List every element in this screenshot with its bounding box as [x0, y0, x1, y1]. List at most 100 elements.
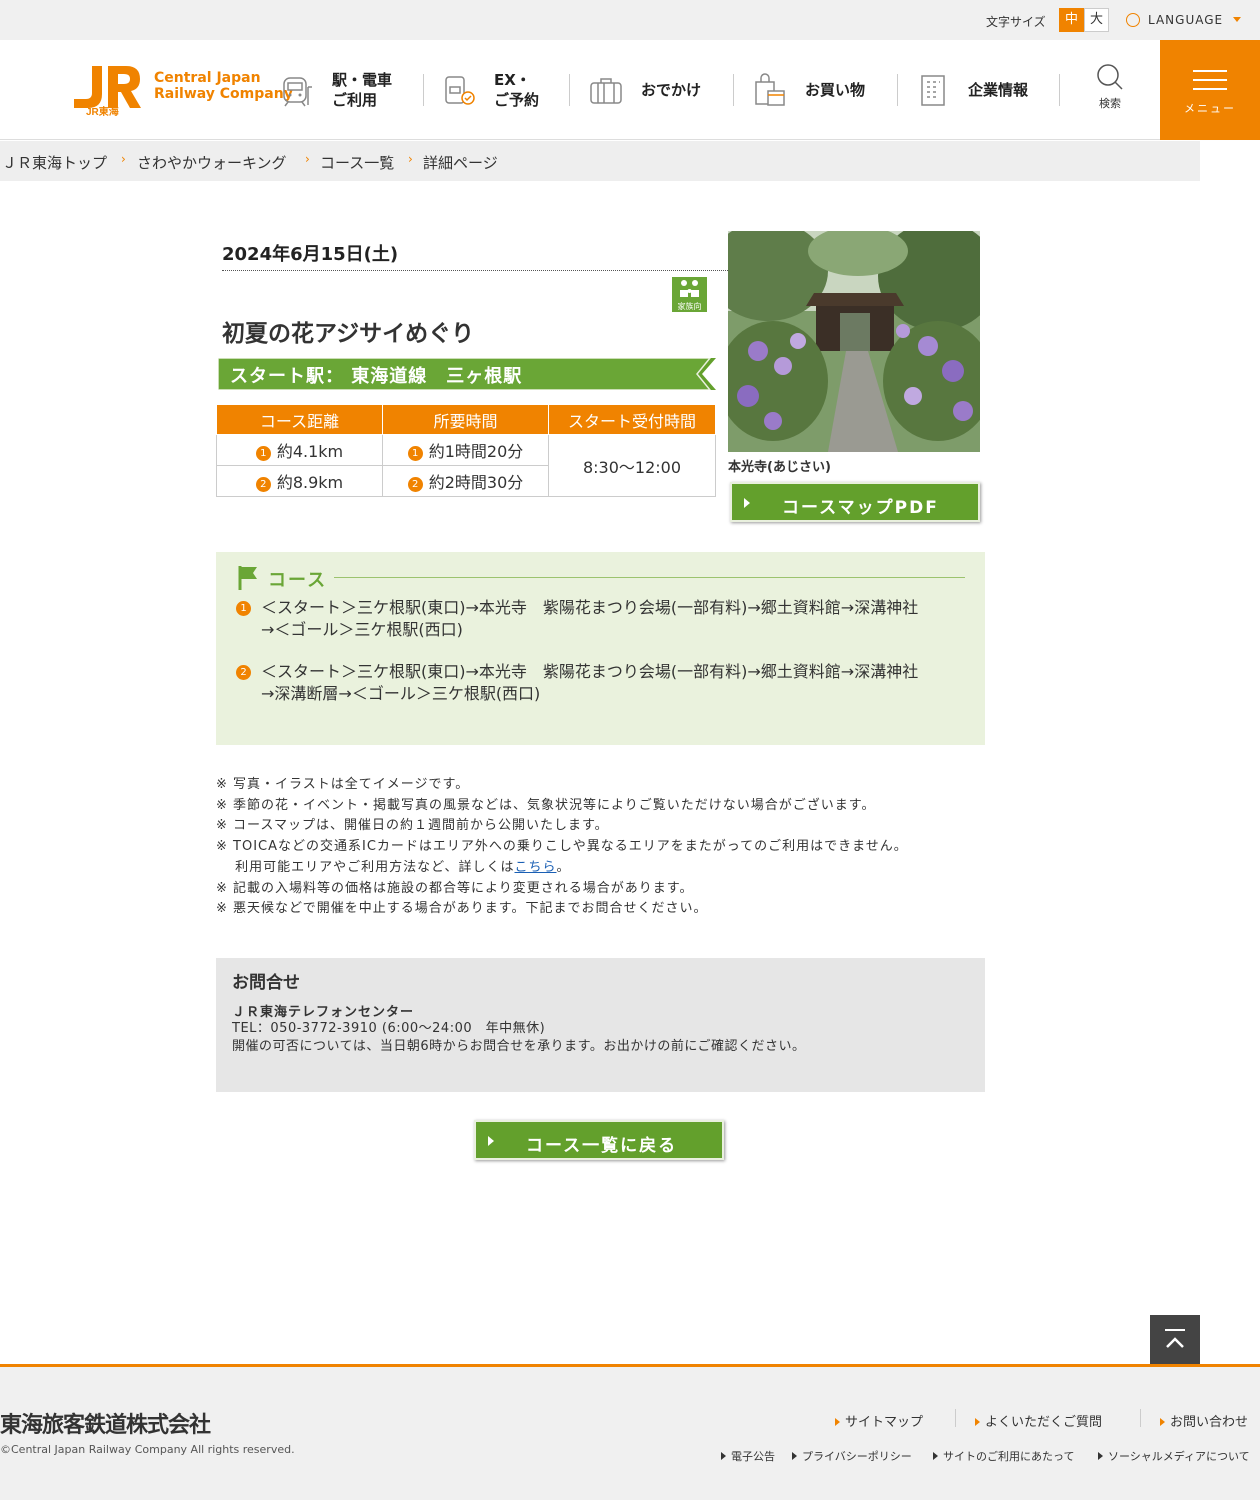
font-size-label: 文字サイズ	[986, 15, 1046, 29]
footer-copyright: ©Central Japan Railway Company All right…	[0, 1443, 295, 1456]
top-utility-bar: 文字サイズ 中 大 LANGUAGE	[0, 0, 1260, 40]
table-header-reception: スタート受付時間	[548, 404, 716, 435]
nav-ex-reservation[interactable]: EX・ご予約	[442, 40, 539, 140]
footer-link-public-notice[interactable]: 電子公告	[721, 1448, 775, 1464]
contact-heading: お問合せ	[232, 973, 300, 993]
nav-ex-line1: EX・	[494, 71, 531, 89]
footer-link-contact[interactable]: お問い合わせ	[1160, 1411, 1248, 1430]
breadcrumb-item-course-list[interactable]: コース一覧	[320, 152, 394, 173]
table-header-duration: 所要時間	[382, 404, 549, 435]
language-selector[interactable]: LANGUAGE	[1126, 13, 1242, 27]
nav-corporate[interactable]: 企業情報	[916, 40, 1028, 140]
event-photo	[728, 231, 980, 452]
number-badge: 2	[407, 477, 423, 492]
arrow-right-icon	[1098, 1452, 1103, 1460]
play-arrow-icon	[488, 1136, 494, 1146]
footer-company-name: 東海旅客鉄道株式会社	[0, 1413, 211, 1438]
train-icon	[283, 77, 312, 107]
notes: ※ 写真・イラストは全てイメージです。 ※ 季節の花・イベント・掲載写真の風景な…	[216, 775, 908, 920]
nav-divider	[1059, 74, 1060, 106]
site-header: JR東海 Central Japan Railway Company 駅・電車ご…	[0, 40, 1260, 140]
details-link[interactable]: こちら	[514, 860, 556, 875]
arrow-up-icon	[1165, 1329, 1185, 1348]
globe-icon	[1126, 13, 1140, 27]
family-badge: 家族向	[672, 277, 707, 312]
flag-icon	[238, 566, 257, 590]
number-badge: 2	[236, 665, 251, 680]
contact-tel: TEL：050-3772-3910 (6:00～24:00 年中無休)	[232, 1021, 546, 1036]
footer-link-faq[interactable]: よくいただくご質問	[975, 1411, 1102, 1430]
nav-station-line1: 駅・電車	[332, 71, 393, 89]
footer-link-terms[interactable]: サイトのご利用にあたって	[933, 1448, 1074, 1464]
breadcrumb-item-walking[interactable]: さわやかウォーキング	[137, 152, 287, 173]
footer-link-privacy[interactable]: プライバシーポリシー	[792, 1448, 912, 1464]
nav-shopping-label: お買い物	[805, 81, 866, 99]
pdf-button-label: コースマップPDF	[782, 498, 939, 518]
reception-time-cell: 8:30～12:00	[548, 434, 716, 497]
start-station-text: スタート駅： 東海道線 三ヶ根駅	[230, 366, 523, 387]
arrow-right-icon	[933, 1452, 938, 1460]
search-icon	[1097, 64, 1123, 90]
route-line: ＜スタート＞三ケ根駅(東口)→本光寺 紫陽花まつり会場(一部有料)→郷土資料館→…	[261, 598, 919, 617]
caret-down-icon	[1233, 17, 1242, 22]
breadcrumb-item-current: 詳細ページ	[423, 154, 498, 172]
shopping-bag-icon	[755, 73, 785, 106]
menu-button[interactable]: メニュー	[1160, 40, 1260, 140]
distance-cell: 2 約8.9km	[216, 465, 383, 497]
number-badge: 1	[407, 446, 423, 461]
back-to-top-button[interactable]	[1150, 1315, 1200, 1365]
nav-station-train[interactable]: 駅・電車 ご利用	[280, 40, 392, 140]
building-icon	[921, 75, 945, 106]
hamburger-icon	[1193, 70, 1227, 72]
chevron-right-icon: ›	[408, 152, 413, 166]
font-size-large-button[interactable]: 大	[1084, 8, 1109, 32]
breadcrumb-item-top[interactable]: ＪＲ東海トップ	[2, 152, 107, 173]
footer-link-sitemap[interactable]: サイトマップ	[835, 1411, 923, 1430]
footer-link-social-media[interactable]: ソーシャルメディアについて	[1098, 1448, 1250, 1464]
nav-divider	[733, 74, 734, 106]
logo-sub-text: JR東海	[86, 105, 119, 116]
note-line: ※ 季節の花・イベント・掲載写真の風景などは、気象状況等によりご覧いただけない場…	[216, 797, 876, 813]
logo-text-line1: Central Japan	[154, 70, 261, 86]
site-footer: 東海旅客鉄道株式会社 ©Central Japan Railway Compan…	[0, 1364, 1260, 1500]
course-title-line	[334, 577, 965, 578]
nav-divider	[423, 74, 424, 106]
family-badge-label: 家族向	[677, 302, 702, 311]
table-row: 1 約4.1km 1 約1時間20分 8:30～12:00	[216, 434, 716, 497]
chevron-right-icon: ›	[305, 152, 310, 166]
route-line: ＜スタート＞三ケ根駅(東口)→本光寺 紫陽花まつり会場(一部有料)→郷土資料館→…	[261, 662, 919, 681]
back-to-course-list-button[interactable]: コース一覧に戻る	[474, 1120, 724, 1160]
back-button-label: コース一覧に戻る	[526, 1136, 678, 1156]
note-line: 利用可能エリアやご利用方法など、詳しくはこちら。	[216, 859, 571, 875]
jr-logo[interactable]: JR東海	[72, 64, 142, 118]
arrow-right-icon	[721, 1452, 726, 1460]
photo-caption: 本光寺(あじさい)	[728, 460, 831, 475]
distance-cell: 1 約4.1km	[216, 434, 383, 466]
course-map-pdf-button[interactable]: コースマップPDF	[730, 482, 980, 522]
duration-cell: 2 約2時間30分	[382, 465, 549, 497]
number-badge: 2	[255, 477, 271, 492]
family-icon	[680, 280, 699, 297]
nav-shopping[interactable]: お買い物	[753, 40, 865, 140]
nav-corporate-label: 企業情報	[968, 81, 1029, 99]
nav-station-line2: ご利用	[332, 91, 378, 109]
nav-ex-line2: ご予約	[494, 91, 540, 109]
chevron-right-icon: ›	[121, 152, 126, 166]
date-divider	[222, 270, 728, 271]
search-button[interactable]: 検索	[1092, 62, 1128, 111]
company-logo-text[interactable]: Central Japan Railway Company	[154, 70, 293, 102]
arrow-right-icon	[792, 1452, 797, 1460]
play-arrow-icon	[744, 498, 750, 508]
nav-odekake[interactable]: おでかけ	[589, 40, 701, 140]
note-line: ※ 写真・イラストは全てイメージです。	[216, 777, 470, 792]
number-badge: 1	[255, 446, 271, 461]
arrow-right-icon	[835, 1418, 840, 1426]
event-date: 2024年6月15日(土)	[222, 244, 399, 265]
language-label: LANGUAGE	[1148, 13, 1224, 27]
event-title: 初夏の花アジサイめぐり	[222, 321, 475, 347]
footer-divider	[955, 1409, 956, 1427]
contact-note: 開催の可否については、当日朝6時からお問合せを承ります。お出かけの前にご確認くだ…	[232, 1039, 806, 1054]
note-line: ※ TOICAなどの交通系ICカードはエリア外への乗りこしや異なるエリアをまたが…	[216, 839, 908, 855]
font-size-medium-button[interactable]: 中	[1059, 8, 1084, 32]
course-route: 1 ＜スタート＞三ケ根駅(東口)→本光寺 紫陽花まつり会場(一部有料)→郷土資料…	[236, 597, 966, 641]
